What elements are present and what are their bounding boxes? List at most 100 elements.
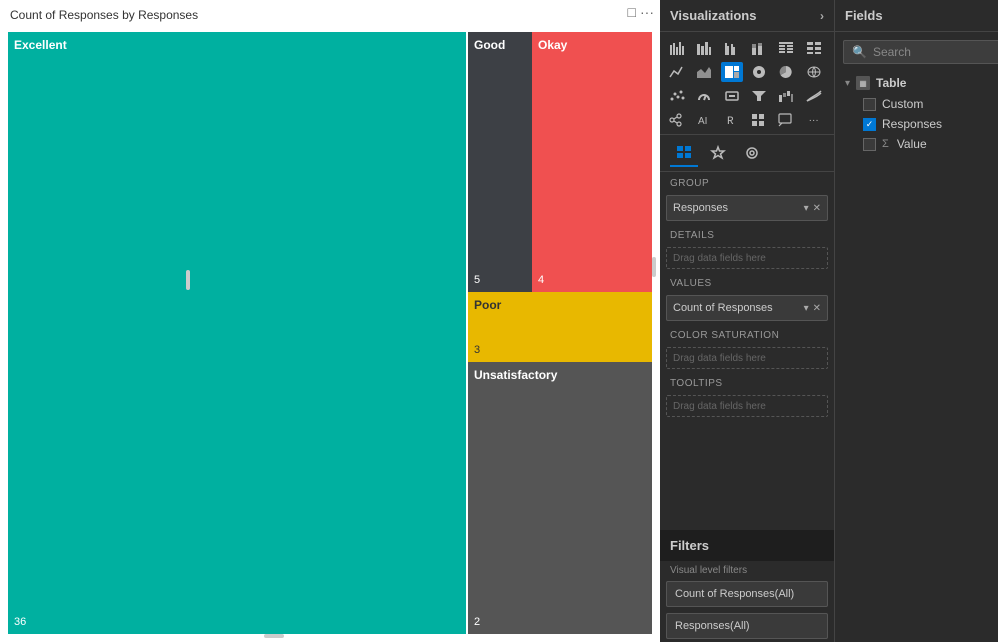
vis-icon-donut[interactable] [748,62,770,82]
vis-icon-card[interactable] [721,86,743,106]
expand-icon[interactable]: □ [628,4,636,20]
group-field-drop[interactable]: Responses ▾ ✕ [666,195,828,221]
vis-icon-map[interactable] [803,62,825,82]
vis-icon-funnel[interactable] [748,86,770,106]
vis-icon-gauge[interactable] [693,86,715,106]
field-item-responses[interactable]: ✓ Responses [835,114,998,134]
vis-panel-header: Visualizations › [660,0,834,32]
vis-icon-grid-3 [660,84,834,108]
table-label: Table [876,76,906,90]
field-item-value[interactable]: Σ Value [835,134,998,154]
vis-icon-qna[interactable] [775,110,797,130]
vis-tab-format[interactable] [704,141,732,167]
vis-chevron[interactable]: › [820,9,824,23]
chart-title: Count of Responses by Responses [0,0,660,26]
tooltips-drop-placeholder[interactable]: Drag data fields here [666,395,828,417]
fields-panel-title: Fields [845,8,883,23]
poor-value: 3 [474,344,646,356]
scroll-vertical-right[interactable] [186,270,190,290]
treemap-right: Good 5 Okay 4 Poor 3 Unsatisfactory 2 [468,32,652,634]
filters-header: Filters [660,530,834,561]
vis-icon-column[interactable] [693,38,715,58]
value-checkbox[interactable] [863,138,876,151]
responses-field-label: Responses [882,117,942,131]
scroll-horizontal[interactable] [264,634,284,638]
treemap-excellent[interactable]: Excellent 36 [8,32,466,634]
treemap: Excellent 36 Good 5 Okay 4 Poor 3 Unsati… [8,32,652,634]
color-drop-placeholder[interactable]: Drag data fields here [666,347,828,369]
values-field-icons: ▾ ✕ [804,303,821,314]
group-field-icons: ▾ ✕ [804,203,821,214]
filter-count-responses[interactable]: Count of Responses(All) [666,581,828,607]
vis-icon-line[interactable] [666,62,688,82]
svg-text:AI: AI [698,116,707,127]
vis-icon-bar[interactable] [666,38,688,58]
okay-label: Okay [538,38,646,52]
color-saturation-label: Color saturation [660,324,834,344]
table-icon: ▦ [856,76,870,90]
vis-tab-fields[interactable] [670,141,698,167]
vis-icon-grid-1 [660,32,834,60]
poor-label: Poor [474,298,646,312]
field-item-custom[interactable]: Custom [835,94,998,114]
vis-icon-grid-4: AI R ··· [660,108,834,134]
vis-icon-matrix2[interactable] [748,110,770,130]
treemap-top-row: Good 5 Okay 4 [468,32,652,292]
group-field-value: Responses [673,202,728,214]
good-value: 5 [474,274,526,286]
vis-icon-more[interactable]: ··· [803,110,825,130]
fields-table-header[interactable]: ▾ ▦ Table [835,72,998,94]
vis-icon-pie[interactable] [775,62,797,82]
right-panel: Visualizations › [660,0,998,642]
value-field-label: Value [897,137,927,151]
vis-icon-clustered[interactable] [721,38,743,58]
more-options-icon[interactable]: ··· [640,4,654,20]
vis-icon-scatter[interactable] [666,86,688,106]
custom-checkbox[interactable] [863,98,876,111]
values-remove-icon[interactable]: ✕ [813,303,821,314]
responses-checkbox[interactable]: ✓ [863,118,876,131]
filter-responses[interactable]: Responses(All) [666,613,828,639]
vis-panel-title: Visualizations [670,8,756,23]
excellent-label: Excellent [14,38,460,52]
custom-field-label: Custom [882,97,923,111]
search-icon: 🔍 [852,45,867,59]
treemap-good[interactable]: Good 5 [468,32,532,292]
vis-icon-treemap[interactable] [721,62,743,82]
treemap-poor[interactable]: Poor 3 [468,292,652,362]
visualizations-panel: Visualizations › [660,0,835,642]
excellent-value: 36 [14,616,460,628]
vis-icon-stacked[interactable] [748,38,770,58]
details-section-label: Details [660,224,834,244]
fields-tree: ▾ ▦ Table Custom ✓ Responses Σ Value [835,68,998,158]
treemap-okay[interactable]: Okay 4 [532,32,652,292]
search-input[interactable] [873,45,998,59]
scroll-vertical-left[interactable] [652,257,656,277]
expand-icon: ▾ [845,78,850,89]
vis-icon-matrix[interactable] [803,38,825,58]
fields-panel: Fields › 🔍 ▾ ▦ Table Custom ✓ Responses [835,0,998,642]
chart-toolbar: □ ··· [622,0,660,24]
vis-icon-area[interactable] [693,62,715,82]
vis-icon-ribbon[interactable] [803,86,825,106]
details-drop-placeholder[interactable]: Drag data fields here [666,247,828,269]
values-field-drop[interactable]: Count of Responses ▾ ✕ [666,295,828,321]
fields-search-box[interactable]: 🔍 [843,40,998,64]
good-label: Good [474,38,526,52]
remove-icon[interactable]: ✕ [813,203,821,214]
vis-icon-decomp[interactable] [666,110,688,130]
treemap-unsatisfactory[interactable]: Unsatisfactory 2 [468,362,652,634]
tooltips-label: Tooltips [660,372,834,392]
vis-icon-ai[interactable]: AI [693,110,715,130]
dropdown-icon[interactable]: ▾ [804,203,809,214]
vis-icon-R[interactable]: R [721,110,743,130]
vis-tab-analytics[interactable] [738,141,766,167]
vis-icon-waterfall[interactable] [775,86,797,106]
values-dropdown-icon[interactable]: ▾ [804,303,809,314]
vis-icon-grid-2 [660,60,834,84]
vis-tabs [660,134,834,172]
values-section-label: Values [660,272,834,292]
group-section-label: Group [660,172,834,192]
vis-icon-table[interactable] [775,38,797,58]
unsatisfactory-label: Unsatisfactory [474,368,646,382]
